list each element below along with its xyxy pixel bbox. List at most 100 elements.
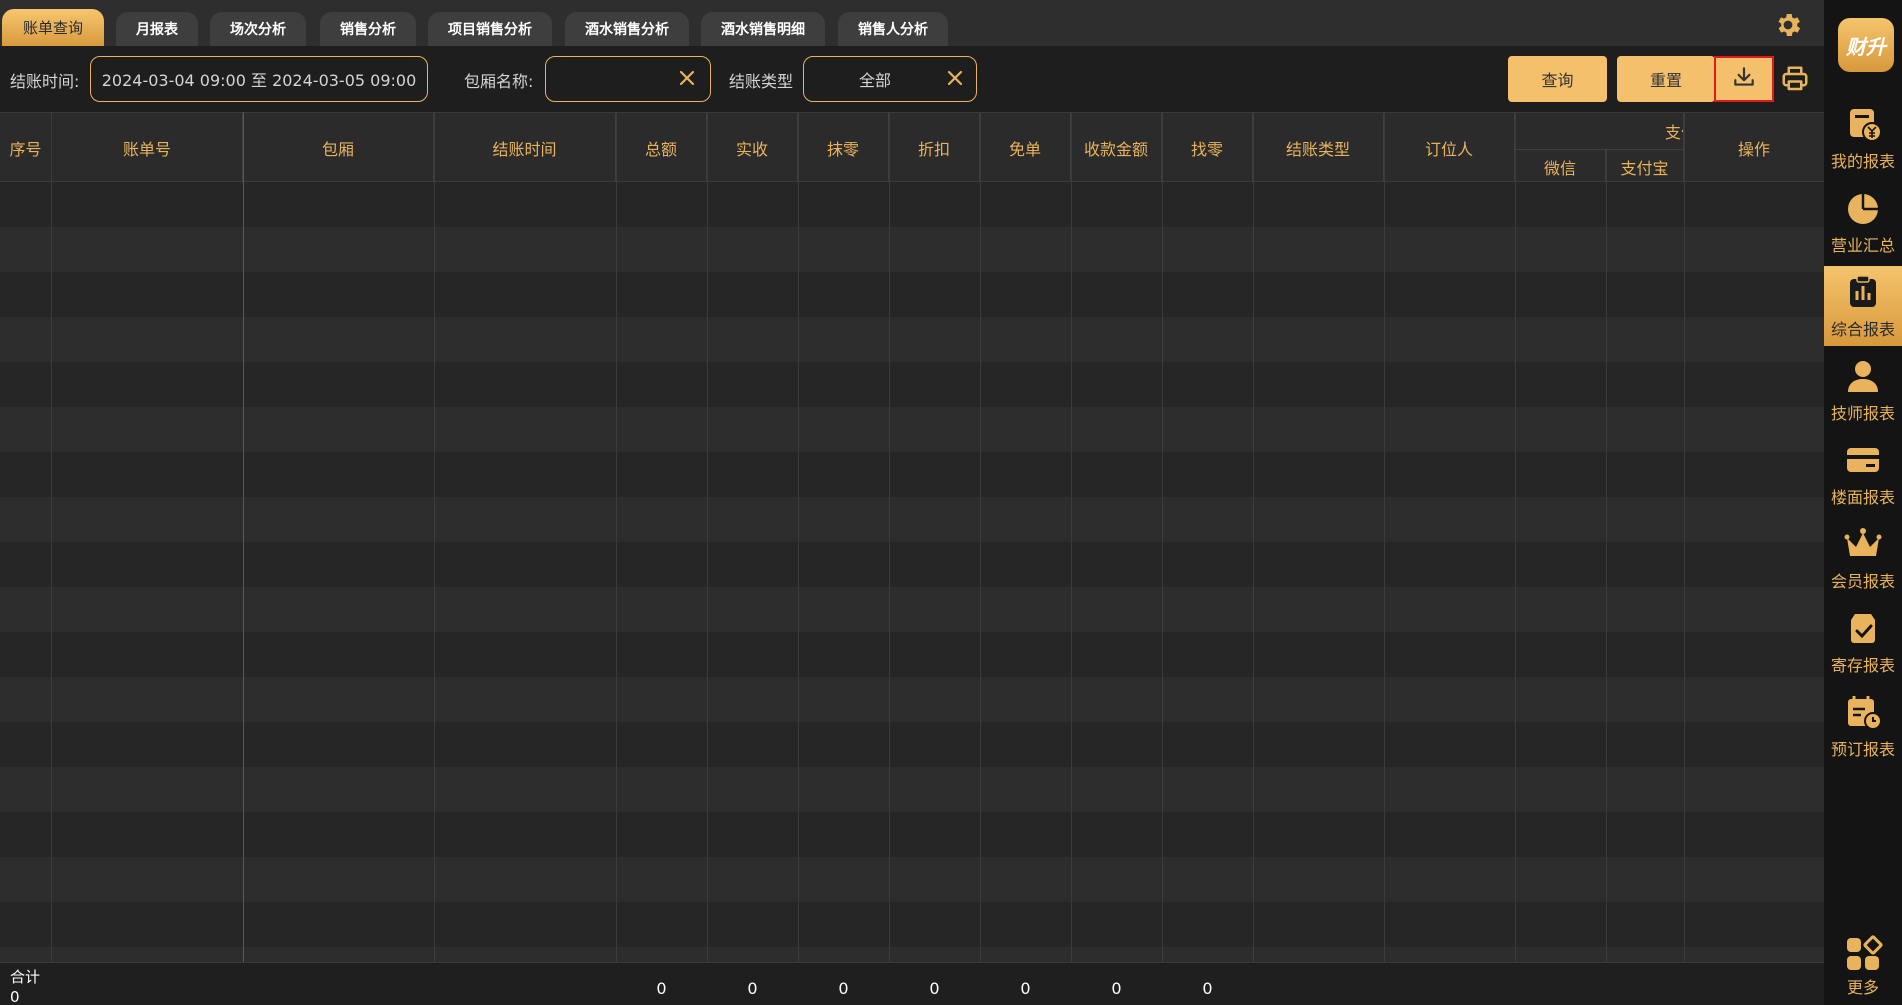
download-button[interactable] (1714, 56, 1774, 102)
checkout-time-range-input[interactable]: 2024-03-04 09:00 至 2024-03-05 09:00 (90, 56, 428, 102)
pie-chart-icon (1843, 188, 1883, 228)
table-row (0, 272, 1824, 317)
sum-total: 0 (656, 979, 667, 998)
col-checkout-type: 结账类型 (1253, 113, 1384, 183)
tab-beverage-sales-analysis[interactable]: 酒水销售分析 (565, 12, 689, 46)
col-room: 包厢 (243, 113, 434, 183)
table-body (0, 182, 1824, 992)
tab-monthly-report[interactable]: 月报表 (116, 12, 198, 46)
table-row (0, 497, 1824, 542)
query-button[interactable]: 查询 (1508, 56, 1607, 102)
sum-collected: 0 (1111, 979, 1122, 998)
sidebar-item-label: 寄存报表 (1830, 656, 1895, 675)
sidebar-item-label: 预订报表 (1830, 740, 1895, 759)
table-row (0, 812, 1824, 857)
tab-beverage-sales-detail[interactable]: 酒水销售明细 (701, 12, 825, 46)
col-actions: 操作 (1737, 140, 1770, 159)
sum-free: 0 (1020, 979, 1031, 998)
crown-icon (1843, 524, 1883, 564)
col-change: 找零 (1162, 113, 1253, 183)
room-name-input[interactable] (545, 56, 711, 102)
checkout-time-value: 2024-03-04 09:00 至 2024-03-05 09:00 (101, 71, 417, 90)
col-received: 实收 (707, 113, 798, 183)
tab-session-analysis[interactable]: 场次分析 (210, 12, 306, 46)
card-icon (1843, 440, 1883, 480)
sidebar-item-floor-report[interactable]: 楼面报表 (1824, 434, 1902, 514)
table-row (0, 632, 1824, 677)
col-rounding: 抹零 (798, 113, 889, 183)
table-summary-row: 合计 0 0 0 0 0 0 0 0 (0, 962, 1824, 1005)
sum-discount: 0 (929, 979, 940, 998)
col-alipay: 支付宝 (1606, 149, 1684, 183)
col-total: 总额 (616, 113, 707, 183)
storage-check-icon (1843, 608, 1883, 648)
checkout-type-select[interactable]: 全部 (803, 56, 977, 102)
sidebar-item-member-report[interactable]: 会员报表 (1824, 518, 1902, 598)
tab-sales-analysis[interactable]: 销售分析 (320, 12, 416, 46)
table-row (0, 452, 1824, 497)
table-row (0, 407, 1824, 452)
checkout-time-label: 结账时间: (10, 72, 80, 91)
sidebar-item-label: 更多 (1846, 978, 1879, 997)
col-booker: 订位人 (1384, 113, 1515, 183)
sidebar-item-more[interactable]: 更多 (1824, 928, 1902, 1005)
gear-icon[interactable] (1773, 10, 1803, 40)
apps-grid-icon (1843, 934, 1883, 974)
sidebar-item-label: 技师报表 (1830, 404, 1895, 423)
app-logo: 财升 (1838, 18, 1894, 72)
table-row (0, 362, 1824, 407)
clipboard-chart-icon (1843, 272, 1883, 312)
sidebar-item-technician-report[interactable]: 技师报表 (1824, 350, 1902, 430)
download-icon (1731, 64, 1757, 94)
reset-button[interactable]: 重置 (1617, 56, 1715, 102)
print-icon[interactable] (1780, 64, 1810, 94)
clear-room-icon[interactable] (678, 69, 696, 87)
checkout-type-value: 全部 (858, 71, 891, 90)
sidebar-item-label: 楼面报表 (1830, 488, 1895, 507)
sidebar-item-comprehensive-report[interactable]: 综合报表 (1824, 266, 1902, 346)
col-discount: 折扣 (889, 113, 980, 183)
user-icon (1843, 356, 1883, 396)
sidebar-item-label: 会员报表 (1830, 572, 1895, 591)
report-money-icon (1843, 104, 1883, 144)
checkout-type-label: 结账类型 (729, 72, 794, 91)
col-collected: 收款金额 (1071, 113, 1162, 183)
col-wechat: 微信 (1515, 149, 1606, 183)
sidebar-item-storage-report[interactable]: 寄存报表 (1824, 602, 1902, 682)
col-group-payment: 支付 (1515, 113, 1684, 149)
col-free: 免单 (980, 113, 1071, 183)
table-row (0, 902, 1824, 947)
col-bill-no: 账单号 (52, 113, 243, 183)
table-row (0, 767, 1824, 812)
table-row (0, 542, 1824, 587)
table-row (0, 857, 1824, 902)
sum-rounding: 0 (838, 979, 849, 998)
table-row (0, 677, 1824, 722)
sum-received: 0 (747, 979, 758, 998)
tab-item-sales-analysis[interactable]: 项目销售分析 (428, 12, 552, 46)
bill-table: 序号 账单号 包厢 结账时间 总额 实收 抹零 折扣 免单 收款金额 找零 结账… (0, 112, 1824, 1005)
filter-bar: 结账时间: 2024-03-04 09:00 至 2024-03-05 09:0… (0, 46, 1824, 112)
room-name-label: 包厢名称: (464, 72, 534, 91)
col-checkout-time: 结账时间 (434, 113, 616, 183)
sum-change: 0 (1202, 979, 1213, 998)
table-row (0, 227, 1824, 272)
clear-type-icon[interactable] (946, 69, 964, 87)
table-row (0, 722, 1824, 767)
tab-bill-query[interactable]: 账单查询 (2, 9, 104, 46)
payment-group-label: 支付 (1664, 123, 1683, 142)
sidebar-item-label: 营业汇总 (1830, 236, 1895, 255)
report-tab-bar: 账单查询 月报表 场次分析 销售分析 项目销售分析 酒水销售分析 酒水销售明细 … (0, 0, 1824, 46)
sidebar-item-business-summary[interactable]: 营业汇总 (1824, 182, 1902, 262)
col-index: 序号 (0, 113, 52, 183)
tab-salesperson-analysis[interactable]: 销售人分析 (838, 12, 948, 46)
right-sidebar: 财升 我的报表 营业汇总 综合报表 技师报表 楼面报表 会员报表 寄存报表 预订… (1824, 0, 1902, 1005)
sidebar-item-booking-report[interactable]: 预订报表 (1824, 686, 1902, 766)
table-row (0, 587, 1824, 632)
summary-label: 合计 0 (10, 968, 41, 1005)
sidebar-item-my-reports[interactable]: 我的报表 (1824, 98, 1902, 178)
sidebar-item-label: 我的报表 (1830, 152, 1895, 171)
calendar-clock-icon (1843, 692, 1883, 732)
sidebar-item-label: 综合报表 (1830, 320, 1895, 339)
table-row (0, 317, 1824, 362)
